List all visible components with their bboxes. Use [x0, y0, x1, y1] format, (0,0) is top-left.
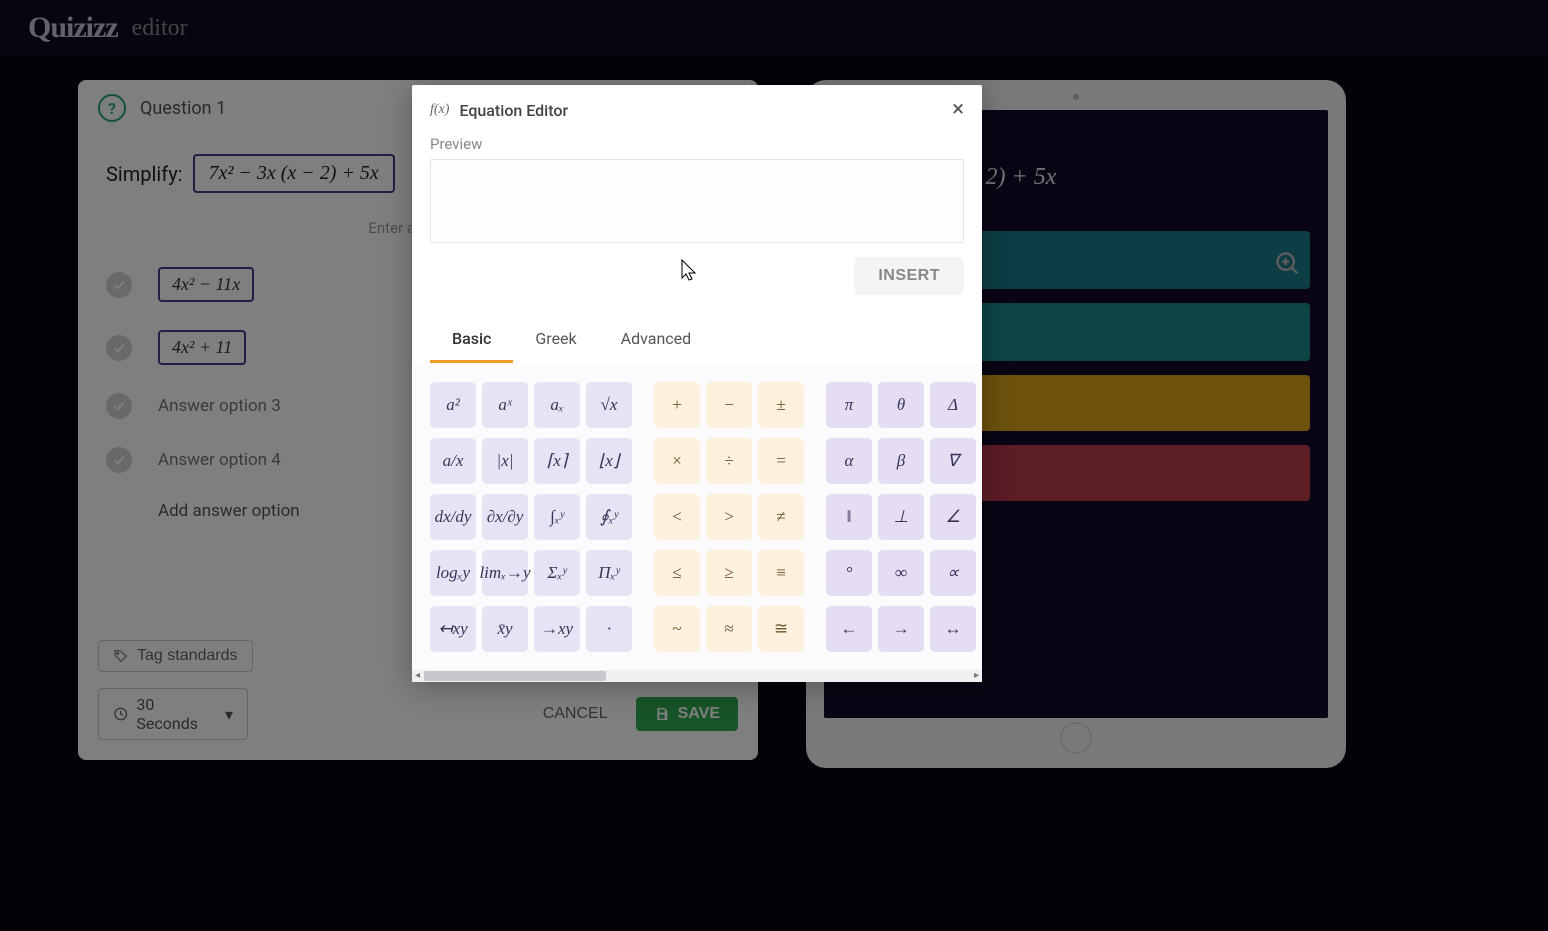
orange-key-0-0[interactable]: + — [654, 382, 700, 428]
purple-key-1-1[interactable]: |x| — [482, 438, 528, 484]
purple-key-3-1[interactable]: limₓ→y — [482, 550, 528, 596]
purple-key-0-0[interactable]: a² — [430, 382, 476, 428]
purple-key-2-2[interactable]: ∫ₓʸ — [534, 494, 580, 540]
orange-key-3-1[interactable]: ≥ — [706, 550, 752, 596]
purple-key-3-2[interactable]: Σₓʸ — [534, 550, 580, 596]
scroll-left-icon[interactable]: ◂ — [412, 670, 423, 681]
equation-preview-input[interactable] — [430, 159, 964, 243]
purple-key-0-1[interactable]: aˣ — [482, 382, 528, 428]
insert-button[interactable]: INSERT — [854, 257, 964, 295]
close-icon[interactable]: × — [952, 99, 964, 121]
purple-key-3-3[interactable]: Πₓʸ — [586, 550, 632, 596]
greek-key-2-2[interactable]: ∠ — [930, 494, 976, 540]
greek-key-0-1[interactable]: θ — [878, 382, 924, 428]
keypad-scrollbar[interactable]: ◂ ▸ — [412, 670, 982, 682]
tab-advanced[interactable]: Advanced — [599, 317, 714, 363]
fx-icon: f(x) — [430, 102, 449, 118]
purple-key-2-0[interactable]: dx/dy — [430, 494, 476, 540]
keypad-tabs: Basic Greek Advanced — [412, 317, 982, 364]
greek-key-2-1[interactable]: ⊥ — [878, 494, 924, 540]
purple-key-0-3[interactable]: √x — [586, 382, 632, 428]
greek-key-4-0[interactable]: ← — [826, 606, 872, 652]
purple-key-4-0[interactable]: ↤xy — [430, 606, 476, 652]
orange-key-3-2[interactable]: ≡ — [758, 550, 804, 596]
purple-key-0-2[interactable]: aₓ — [534, 382, 580, 428]
greek-key-3-2[interactable]: ∝ — [930, 550, 976, 596]
scroll-thumb[interactable] — [424, 671, 606, 681]
purple-key-3-0[interactable]: logₓy — [430, 550, 476, 596]
greek-key-1-0[interactable]: α — [826, 438, 872, 484]
orange-key-1-2[interactable]: = — [758, 438, 804, 484]
orange-key-2-2[interactable]: ≠ — [758, 494, 804, 540]
orange-key-4-1[interactable]: ≈ — [706, 606, 752, 652]
orange-key-2-0[interactable]: < — [654, 494, 700, 540]
greek-key-4-1[interactable]: → — [878, 606, 924, 652]
orange-key-4-0[interactable]: ~ — [654, 606, 700, 652]
orange-key-0-2[interactable]: ± — [758, 382, 804, 428]
greek-key-1-2[interactable]: ∇ — [930, 438, 976, 484]
greek-key-3-0[interactable]: ° — [826, 550, 872, 596]
greek-key-4-2[interactable]: ↔ — [930, 606, 976, 652]
equation-editor-modal: f(x) Equation Editor × Preview INSERT Ba… — [412, 85, 982, 682]
orange-key-4-2[interactable]: ≅ — [758, 606, 804, 652]
purple-key-1-3[interactable]: ⌊x⌋ — [586, 438, 632, 484]
purple-key-1-0[interactable]: a/x — [430, 438, 476, 484]
greek-key-0-2[interactable]: Δ — [930, 382, 976, 428]
greek-key-2-0[interactable]: ‖ — [826, 494, 872, 540]
keypad: a²aˣaₓ√x a/x|x|⌈x⌉⌊x⌋ dx/dy∂x/∂y∫ₓʸ∮ₓʸ logₓ… — [412, 364, 982, 670]
preview-label: Preview — [430, 135, 964, 153]
purple-key-2-1[interactable]: ∂x/∂y — [482, 494, 528, 540]
orange-key-3-0[interactable]: ≤ — [654, 550, 700, 596]
greek-key-0-0[interactable]: π — [826, 382, 872, 428]
purple-key-1-2[interactable]: ⌈x⌉ — [534, 438, 580, 484]
scroll-right-icon[interactable]: ▸ — [971, 670, 982, 681]
tab-greek[interactable]: Greek — [513, 317, 598, 363]
tab-basic[interactable]: Basic — [430, 317, 513, 363]
greek-key-3-1[interactable]: ∞ — [878, 550, 924, 596]
orange-key-1-0[interactable]: × — [654, 438, 700, 484]
greek-key-1-1[interactable]: β — [878, 438, 924, 484]
orange-key-0-1[interactable]: − — [706, 382, 752, 428]
orange-key-1-1[interactable]: ÷ — [706, 438, 752, 484]
purple-key-4-2[interactable]: →xy — [534, 606, 580, 652]
orange-key-2-1[interactable]: > — [706, 494, 752, 540]
modal-title: Equation Editor — [459, 101, 568, 120]
purple-key-2-3[interactable]: ∮ₓʸ — [586, 494, 632, 540]
purple-key-4-3[interactable]: · — [586, 606, 632, 652]
purple-key-4-1[interactable]: x̄y — [482, 606, 528, 652]
